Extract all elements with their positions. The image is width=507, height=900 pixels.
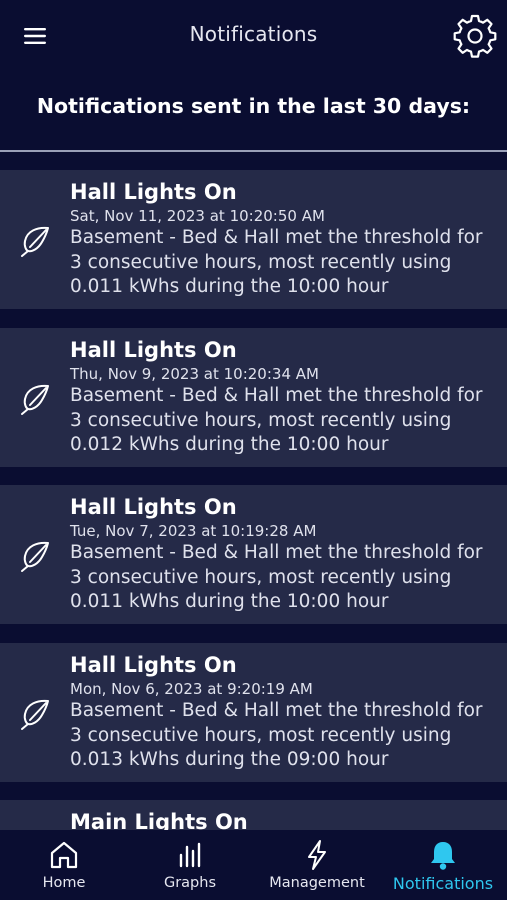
notification-body: Basement - Bed & Hall met the threshold … [70,384,500,458]
bell-icon [431,842,455,870]
lightning-bolt-icon [308,840,326,870]
tab-graphs[interactable]: Graphs [140,830,240,900]
notification-title: Hall Lights On [70,180,237,204]
gear-icon [453,14,497,58]
leaf-icon [18,697,52,731]
notifications-subheader: Notifications sent in the last 30 days: [36,94,471,118]
notification-body-line: 3 consecutive hours, most recently using [70,251,452,273]
notification-body-line: Basement - Bed & Hall met the threshold … [70,700,483,721]
notification-body-line: Basement - Bed & Hall met the threshold … [70,542,483,563]
notification-body-line: 0.011 kWhs during the 10:00 hour [70,276,389,297]
tab-notifications[interactable]: Notifications [388,830,498,900]
notification-body-line: 3 consecutive hours, most recently using [70,566,452,588]
notification-body: Basement - Bed & Hall met the threshold … [70,541,500,615]
notification-body: Basement - Bed & Hall met the threshold … [70,699,500,773]
tab-label: Graphs [163,875,217,891]
notification-timestamp: Thu, Nov 9, 2023 at 10:20:34 AM [70,365,319,383]
bottom-tab-bar: Home Graphs Management Notifications [0,830,507,900]
leaf-icon [18,382,52,416]
notification-title: Main Lights On [70,810,248,830]
page-title: Notifications [189,22,318,46]
notification-body-line: 0.011 kWhs during the 10:00 hour [70,591,389,612]
leaf-icon [18,224,52,258]
settings-button[interactable] [451,12,499,60]
tab-label: Management [269,875,365,891]
tab-management[interactable]: Management [262,830,372,900]
notification-body-line: 3 consecutive hours, most recently using [70,409,452,431]
notification-card[interactable]: Hall Lights On Mon, Nov 6, 2023 at 9:20:… [0,643,507,782]
bar-graph-icon [179,842,201,868]
notification-title: Hall Lights On [70,653,237,677]
notification-body-line: Basement - Bed & Hall met the threshold … [70,227,483,248]
notification-timestamp: Tue, Nov 7, 2023 at 10:19:28 AM [70,522,317,540]
notification-list[interactable]: Hall Lights On Sat, Nov 11, 2023 at 10:2… [0,152,507,830]
notification-title: Hall Lights On [70,338,237,362]
notification-card[interactable]: Hall Lights On Tue, Nov 7, 2023 at 10:19… [0,485,507,624]
tab-home[interactable]: Home [14,830,114,900]
notification-title: Hall Lights On [70,495,237,519]
notification-body: Basement - Bed & Hall met the threshold … [70,226,500,300]
notification-body-line: Basement - Bed & Hall met the threshold … [70,385,483,406]
notification-card[interactable]: Main Lights On [0,800,507,830]
top-bar: Notifications [0,0,507,70]
home-icon [50,841,78,869]
tab-label: Notifications [392,874,494,893]
notification-card[interactable]: Hall Lights On Thu, Nov 9, 2023 at 10:20… [0,328,507,467]
notification-timestamp: Sat, Nov 11, 2023 at 10:20:50 AM [70,207,325,225]
notification-body-line: 3 consecutive hours, most recently using [70,724,452,746]
notification-timestamp: Mon, Nov 6, 2023 at 9:20:19 AM [70,680,313,698]
notification-body-line: 0.013 kWhs during the 09:00 hour [70,749,389,770]
notification-body-line: 0.012 kWhs during the 10:00 hour [70,434,389,455]
leaf-icon [18,539,52,573]
notification-card[interactable]: Hall Lights On Sat, Nov 11, 2023 at 10:2… [0,170,507,309]
tab-label: Home [42,875,86,891]
